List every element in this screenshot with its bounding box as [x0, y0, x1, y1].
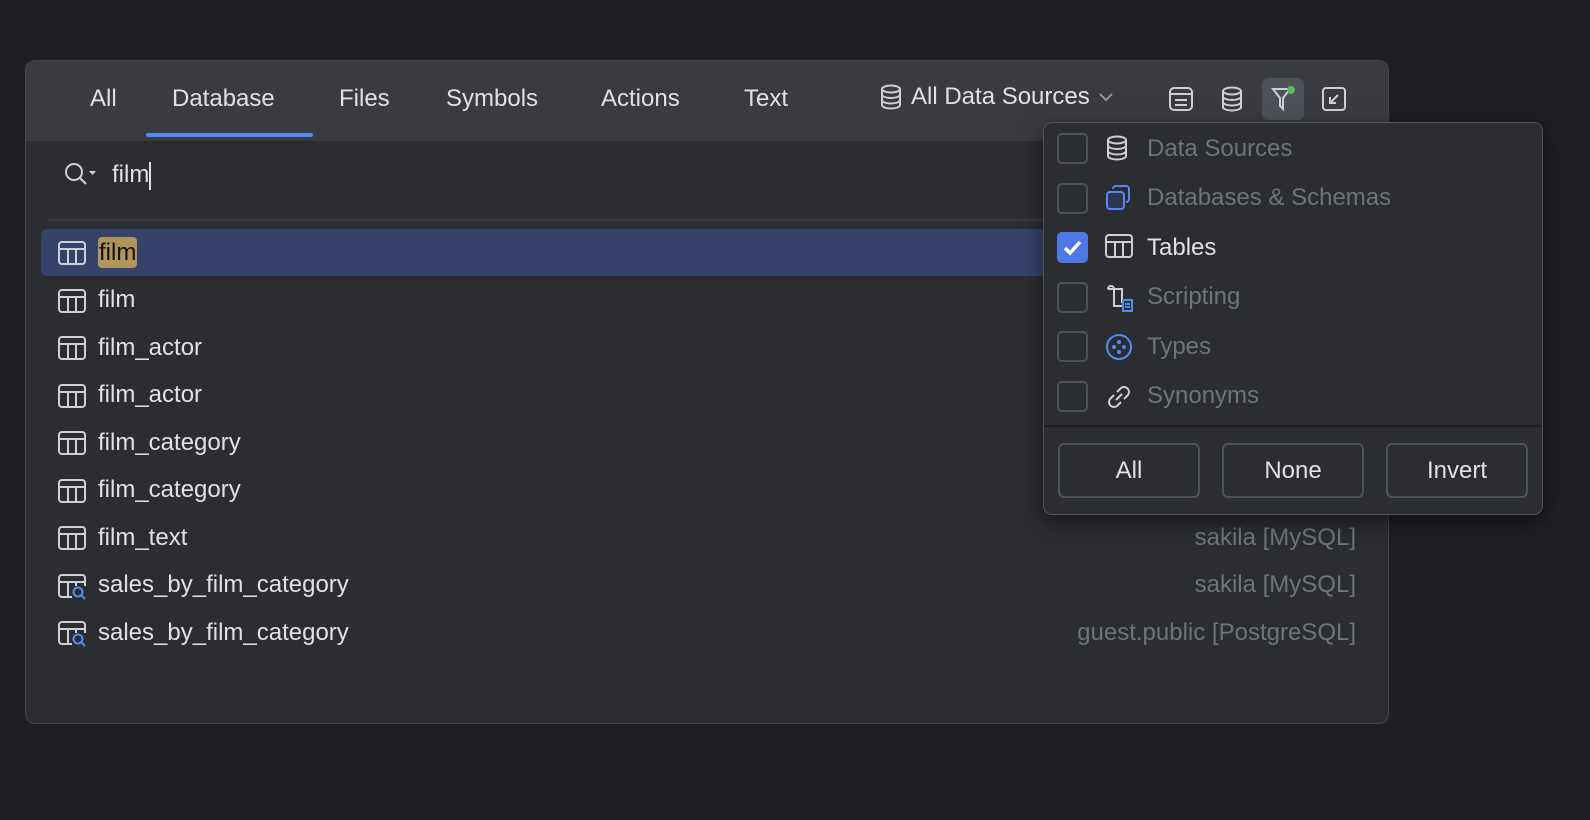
link-icon: [1105, 383, 1133, 416]
tab-text[interactable]: Text: [744, 85, 788, 113]
match-highlight: film: [98, 236, 138, 268]
result-name-text: sales_by_film_category: [98, 618, 349, 646]
table-icon: [58, 431, 86, 460]
tab-symbols[interactable]: Symbols: [446, 85, 538, 113]
table-icon: [58, 478, 86, 508]
result-name: sales_by_film_category: [98, 571, 349, 599]
filter-item-types[interactable]: Types: [1044, 322, 1542, 371]
divider: [1044, 425, 1542, 427]
filter-item-data-sources[interactable]: Data Sources: [1044, 124, 1542, 173]
preview-icon: [1169, 87, 1193, 111]
result-location: guest.public [PostgreSQL]: [1077, 618, 1356, 646]
chevron-down-icon: [1099, 93, 1113, 102]
search-icon: [65, 163, 96, 186]
table-icon: [58, 336, 86, 365]
result-name: film: [98, 236, 138, 268]
result-name: film_text: [98, 524, 187, 552]
scope-label: All Data Sources: [911, 83, 1090, 110]
checkbox[interactable]: [1057, 380, 1088, 412]
result-name-text: sales_by_film_category: [98, 571, 349, 598]
result-name-text: film_category: [98, 476, 241, 503]
tab-database[interactable]: Database: [172, 85, 275, 113]
checkbox[interactable]: [1057, 331, 1088, 362]
result-name-text: film_category: [98, 428, 241, 456]
tab-files[interactable]: Files: [339, 85, 390, 113]
filter-button[interactable]: [1262, 78, 1304, 120]
filter-item-label: Synonyms: [1147, 382, 1260, 409]
checkbox[interactable]: [1057, 281, 1088, 313]
database-icon: [1105, 135, 1129, 166]
checkmark-icon: [1063, 240, 1082, 256]
result-name-text: film_actor: [98, 381, 203, 408]
tab-all[interactable]: All: [90, 85, 117, 113]
data-source-scope-dropdown[interactable]: All Data Sources: [879, 83, 1114, 111]
result-name: film_actor: [98, 381, 202, 409]
schema-icon: [1105, 184, 1131, 216]
result-name-text: film_actor: [98, 333, 203, 361]
result-name: film_category: [98, 429, 241, 457]
filter-item-databases-schemas[interactable]: Databases & Schemas: [1044, 174, 1542, 223]
table-icon: [58, 241, 86, 270]
filter-item-label: Scripting: [1147, 283, 1241, 310]
text-caret: [149, 161, 152, 190]
database-icon: [1222, 86, 1242, 112]
result-name: film_actor: [98, 334, 202, 362]
collapse-icon: [1322, 87, 1346, 111]
tab-actions[interactable]: Actions: [601, 85, 680, 113]
filter-icon: [1270, 86, 1295, 112]
result-name-text: film_text: [98, 523, 188, 551]
table-icon: [58, 526, 86, 555]
result-name: film_category: [98, 476, 241, 504]
result-name: sales_by_film_category: [98, 619, 349, 647]
table-icon: [1105, 234, 1133, 263]
collapse-window-button[interactable]: [1313, 78, 1355, 120]
view-icon: [58, 621, 88, 652]
result-row[interactable]: film_text sakila [MySQL]: [41, 514, 1358, 561]
search-field[interactable]: film: [64, 161, 152, 190]
database-icon: [881, 84, 901, 110]
filter-item-label: Databases & Schemas: [1147, 184, 1392, 211]
result-row[interactable]: sales_by_film_category guest.public [Post…: [41, 609, 1358, 656]
filter-item-label: Tables: [1147, 233, 1217, 261]
filter-item-synonyms[interactable]: Synonyms: [1044, 372, 1542, 421]
result-location: sakila [MySQL]: [1194, 523, 1356, 551]
data-sources-button[interactable]: [1211, 78, 1253, 120]
invert-selection-button[interactable]: Invert: [1386, 443, 1528, 498]
checkbox[interactable]: [1057, 182, 1088, 214]
types-icon: [1105, 333, 1133, 366]
result-location: sakila [MySQL]: [1194, 571, 1356, 598]
checkbox[interactable]: [1057, 232, 1088, 263]
filter-item-tables[interactable]: Tables: [1044, 223, 1542, 272]
active-tab-indicator: [146, 133, 313, 137]
filter-item-label: Data Sources: [1147, 134, 1293, 162]
result-row[interactable]: sales_by_film_category sakila [MySQL]: [41, 562, 1358, 609]
table-icon: [58, 383, 86, 413]
checkbox[interactable]: [1057, 133, 1088, 164]
result-name: film: [98, 286, 135, 314]
select-all-button[interactable]: All: [1058, 443, 1200, 498]
filter-item-label: Types: [1147, 332, 1212, 360]
result-name-text: film: [98, 286, 136, 313]
view-icon: [58, 573, 88, 605]
filter-item-scripting[interactable]: Scripting: [1044, 273, 1542, 322]
select-none-button[interactable]: None: [1222, 443, 1364, 498]
search-input[interactable]: film: [112, 161, 149, 188]
scripting-icon: [1105, 284, 1135, 317]
table-icon: [58, 288, 86, 318]
filter-popup: Data Sources Databases & Schemas Tables Scr…: [1043, 122, 1543, 515]
preview-toggle-button[interactable]: [1160, 78, 1202, 120]
